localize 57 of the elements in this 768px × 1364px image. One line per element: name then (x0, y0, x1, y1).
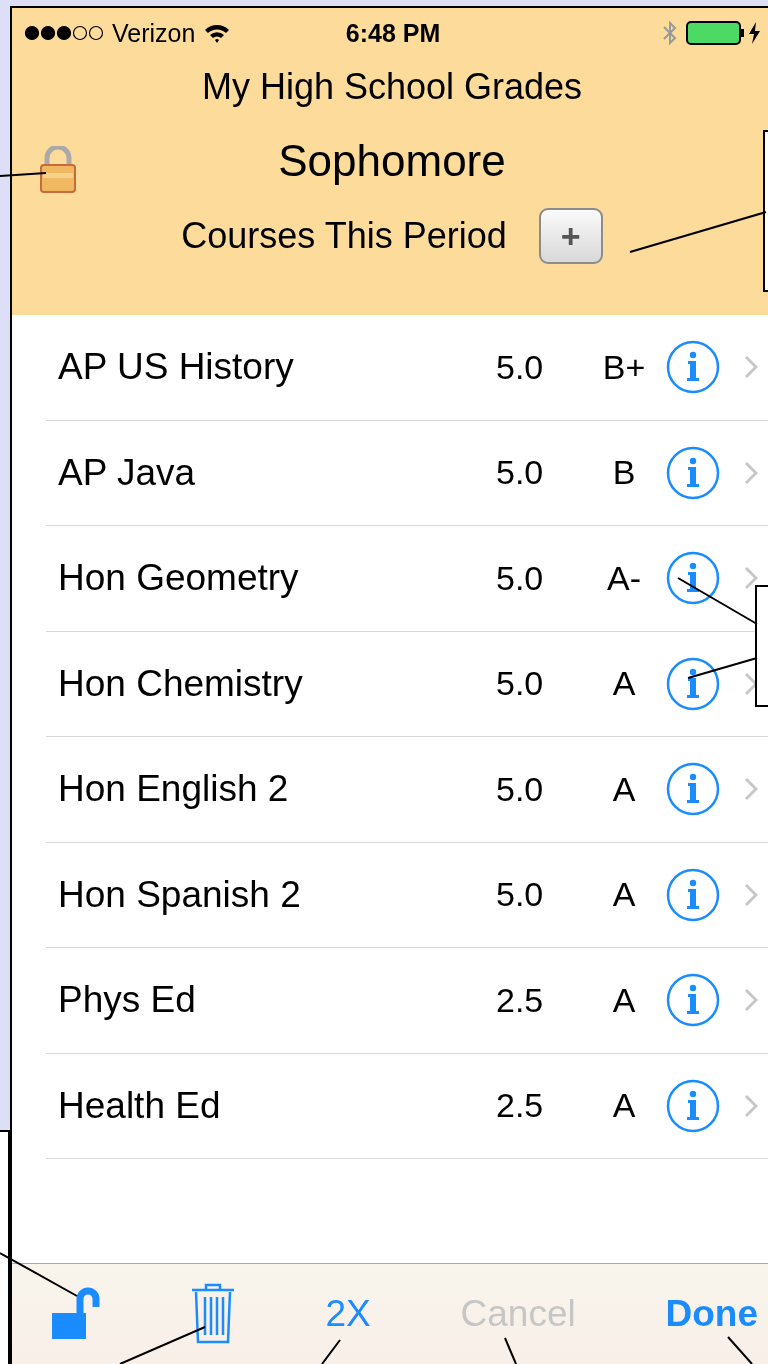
course-credits: 2.5 (496, 1086, 545, 1126)
course-grade: A (611, 980, 637, 1020)
leader-line (504, 1337, 517, 1364)
app-title: My High School Grades (201, 66, 583, 108)
course-row[interactable]: Health Ed 2.5 A (46, 1053, 768, 1159)
status-time: 6:48 PM (345, 18, 441, 48)
course-credits: 2.5 (496, 980, 545, 1020)
add-course-button[interactable]: + (538, 208, 603, 264)
course-grade: A (611, 875, 637, 915)
course-credits: 5.0 (496, 347, 545, 387)
course-name: AP Java (58, 451, 197, 494)
course-name: AP US History (58, 346, 295, 389)
course-name: Hon English 2 (58, 768, 290, 811)
course-row[interactable]: AP US History 5.0 B+ (46, 315, 768, 421)
chevron-icon (744, 882, 758, 907)
chevron-icon (744, 671, 758, 696)
course-name: Hon Chemistry (58, 662, 304, 705)
chevron-icon (744, 566, 758, 591)
course-credits: 5.0 (496, 769, 545, 809)
chevron-icon (744, 777, 758, 802)
course-name: Health Ed (58, 1084, 222, 1127)
chevron-icon (744, 988, 758, 1013)
course-name: Hon Geometry (58, 557, 300, 600)
course-row[interactable]: AP Java 5.0 B (46, 420, 768, 526)
bluetooth-icon (662, 19, 678, 47)
leader-line (321, 1339, 341, 1364)
course-credits: 5.0 (496, 558, 545, 598)
course-grade: A (611, 664, 637, 704)
signal-dots-icon (24, 25, 104, 41)
leader-line (727, 1336, 753, 1364)
carrier-name: Verizon (112, 18, 196, 48)
chevron-icon (744, 1093, 758, 1118)
course-credits: 5.0 (496, 664, 545, 704)
course-row[interactable]: Hon English 2 5.0 A (46, 737, 768, 843)
info-button[interactable] (666, 656, 720, 711)
chevron-icon (744, 460, 758, 485)
course-grade: B (611, 453, 637, 493)
info-button[interactable] (666, 551, 720, 606)
course-grade: B+ (601, 347, 647, 387)
course-row[interactable]: Hon Spanish 2 5.0 A (46, 842, 768, 948)
unlock-button[interactable] (50, 1287, 100, 1341)
trash-button[interactable] (189, 1283, 236, 1345)
course-row[interactable]: Phys Ed 2.5 A (46, 948, 768, 1054)
course-credits: 5.0 (496, 875, 545, 915)
course-credits: 5.0 (496, 453, 545, 493)
course-grade: A (611, 1086, 637, 1126)
wifi-icon (203, 22, 232, 44)
course-name: Hon Spanish 2 (58, 873, 302, 916)
leader-line (687, 657, 758, 679)
course-name: Phys Ed (58, 979, 197, 1022)
battery-icon (686, 20, 762, 46)
chevron-icon (744, 355, 758, 380)
course-grade: A (611, 769, 637, 809)
course-grade: A- (606, 558, 642, 598)
padlock-icon (38, 146, 78, 194)
section-label: Courses This Period (181, 215, 507, 257)
period-title: Sophomore (278, 136, 506, 186)
